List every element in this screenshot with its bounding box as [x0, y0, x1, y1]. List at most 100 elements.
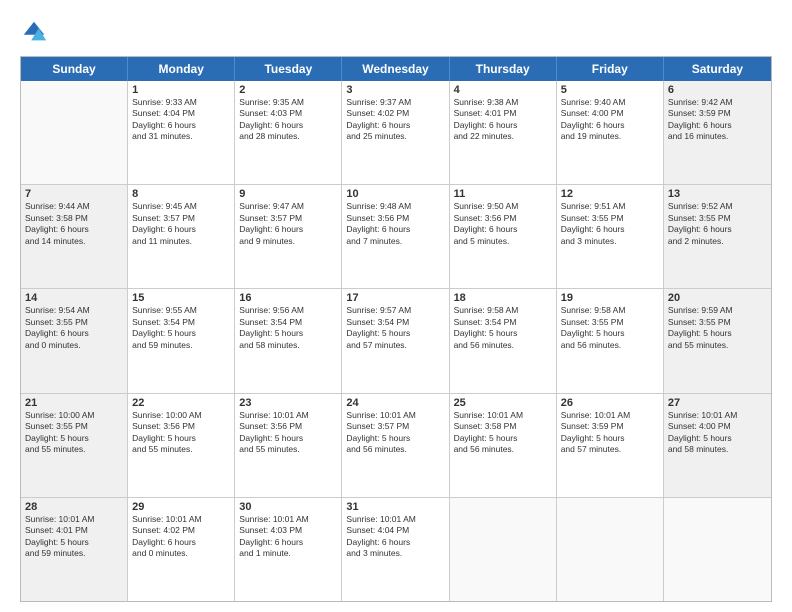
cal-cell: 4Sunrise: 9:38 AM Sunset: 4:01 PM Daylig…	[450, 81, 557, 184]
day-number: 16	[239, 292, 337, 304]
week-row-5: 28Sunrise: 10:01 AM Sunset: 4:01 PM Dayl…	[21, 498, 771, 601]
cell-info: Sunrise: 9:59 AM Sunset: 3:55 PM Dayligh…	[668, 305, 767, 351]
day-number: 2	[239, 84, 337, 96]
cell-info: Sunrise: 9:50 AM Sunset: 3:56 PM Dayligh…	[454, 201, 552, 247]
cell-info: Sunrise: 10:01 AM Sunset: 4:04 PM Daylig…	[346, 514, 444, 560]
cal-cell: 7Sunrise: 9:44 AM Sunset: 3:58 PM Daylig…	[21, 185, 128, 288]
day-number: 14	[25, 292, 123, 304]
day-number: 12	[561, 188, 659, 200]
cal-cell: 2Sunrise: 9:35 AM Sunset: 4:03 PM Daylig…	[235, 81, 342, 184]
day-of-week-saturday: Saturday	[664, 57, 771, 81]
day-number: 4	[454, 84, 552, 96]
day-of-week-tuesday: Tuesday	[235, 57, 342, 81]
header	[20, 18, 772, 46]
cal-cell: 19Sunrise: 9:58 AM Sunset: 3:55 PM Dayli…	[557, 289, 664, 392]
cal-cell: 14Sunrise: 9:54 AM Sunset: 3:55 PM Dayli…	[21, 289, 128, 392]
day-number: 29	[132, 501, 230, 513]
day-number: 8	[132, 188, 230, 200]
day-number: 9	[239, 188, 337, 200]
calendar-header: SundayMondayTuesdayWednesdayThursdayFrid…	[21, 57, 771, 81]
day-number: 11	[454, 188, 552, 200]
cal-cell: 11Sunrise: 9:50 AM Sunset: 3:56 PM Dayli…	[450, 185, 557, 288]
logo	[20, 18, 52, 46]
calendar: SundayMondayTuesdayWednesdayThursdayFrid…	[20, 56, 772, 602]
cell-info: Sunrise: 9:45 AM Sunset: 3:57 PM Dayligh…	[132, 201, 230, 247]
day-number: 19	[561, 292, 659, 304]
cell-info: Sunrise: 10:00 AM Sunset: 3:55 PM Daylig…	[25, 410, 123, 456]
cell-info: Sunrise: 9:54 AM Sunset: 3:55 PM Dayligh…	[25, 305, 123, 351]
cell-info: Sunrise: 9:37 AM Sunset: 4:02 PM Dayligh…	[346, 97, 444, 143]
cell-info: Sunrise: 9:38 AM Sunset: 4:01 PM Dayligh…	[454, 97, 552, 143]
cal-cell	[557, 498, 664, 601]
page: SundayMondayTuesdayWednesdayThursdayFrid…	[0, 0, 792, 612]
week-row-4: 21Sunrise: 10:00 AM Sunset: 3:55 PM Dayl…	[21, 394, 771, 498]
cell-info: Sunrise: 9:51 AM Sunset: 3:55 PM Dayligh…	[561, 201, 659, 247]
cal-cell: 12Sunrise: 9:51 AM Sunset: 3:55 PM Dayli…	[557, 185, 664, 288]
cal-cell: 3Sunrise: 9:37 AM Sunset: 4:02 PM Daylig…	[342, 81, 449, 184]
cal-cell: 18Sunrise: 9:58 AM Sunset: 3:54 PM Dayli…	[450, 289, 557, 392]
day-of-week-wednesday: Wednesday	[342, 57, 449, 81]
logo-icon	[20, 18, 48, 46]
cal-cell: 31Sunrise: 10:01 AM Sunset: 4:04 PM Dayl…	[342, 498, 449, 601]
cell-info: Sunrise: 10:01 AM Sunset: 3:56 PM Daylig…	[239, 410, 337, 456]
calendar-border: SundayMondayTuesdayWednesdayThursdayFrid…	[20, 56, 772, 602]
week-row-2: 7Sunrise: 9:44 AM Sunset: 3:58 PM Daylig…	[21, 185, 771, 289]
cell-info: Sunrise: 9:35 AM Sunset: 4:03 PM Dayligh…	[239, 97, 337, 143]
cell-info: Sunrise: 9:58 AM Sunset: 3:55 PM Dayligh…	[561, 305, 659, 351]
cell-info: Sunrise: 10:01 AM Sunset: 4:03 PM Daylig…	[239, 514, 337, 560]
cell-info: Sunrise: 9:48 AM Sunset: 3:56 PM Dayligh…	[346, 201, 444, 247]
cal-cell: 5Sunrise: 9:40 AM Sunset: 4:00 PM Daylig…	[557, 81, 664, 184]
cell-info: Sunrise: 10:01 AM Sunset: 3:59 PM Daylig…	[561, 410, 659, 456]
day-number: 13	[668, 188, 767, 200]
cal-cell: 10Sunrise: 9:48 AM Sunset: 3:56 PM Dayli…	[342, 185, 449, 288]
day-number: 25	[454, 397, 552, 409]
cell-info: Sunrise: 9:40 AM Sunset: 4:00 PM Dayligh…	[561, 97, 659, 143]
cell-info: Sunrise: 9:44 AM Sunset: 3:58 PM Dayligh…	[25, 201, 123, 247]
cal-cell: 21Sunrise: 10:00 AM Sunset: 3:55 PM Dayl…	[21, 394, 128, 497]
cell-info: Sunrise: 9:58 AM Sunset: 3:54 PM Dayligh…	[454, 305, 552, 351]
day-number: 6	[668, 84, 767, 96]
week-row-1: 1Sunrise: 9:33 AM Sunset: 4:04 PM Daylig…	[21, 81, 771, 185]
cal-cell: 25Sunrise: 10:01 AM Sunset: 3:58 PM Dayl…	[450, 394, 557, 497]
day-number: 23	[239, 397, 337, 409]
cal-cell: 16Sunrise: 9:56 AM Sunset: 3:54 PM Dayli…	[235, 289, 342, 392]
cell-info: Sunrise: 9:55 AM Sunset: 3:54 PM Dayligh…	[132, 305, 230, 351]
week-row-3: 14Sunrise: 9:54 AM Sunset: 3:55 PM Dayli…	[21, 289, 771, 393]
day-of-week-thursday: Thursday	[450, 57, 557, 81]
calendar-body: 1Sunrise: 9:33 AM Sunset: 4:04 PM Daylig…	[21, 81, 771, 601]
day-number: 31	[346, 501, 444, 513]
cal-cell: 27Sunrise: 10:01 AM Sunset: 4:00 PM Dayl…	[664, 394, 771, 497]
cal-cell: 30Sunrise: 10:01 AM Sunset: 4:03 PM Dayl…	[235, 498, 342, 601]
cal-cell: 13Sunrise: 9:52 AM Sunset: 3:55 PM Dayli…	[664, 185, 771, 288]
day-number: 7	[25, 188, 123, 200]
cell-info: Sunrise: 10:01 AM Sunset: 3:57 PM Daylig…	[346, 410, 444, 456]
cal-cell: 8Sunrise: 9:45 AM Sunset: 3:57 PM Daylig…	[128, 185, 235, 288]
cell-info: Sunrise: 10:00 AM Sunset: 3:56 PM Daylig…	[132, 410, 230, 456]
day-number: 15	[132, 292, 230, 304]
cal-cell: 28Sunrise: 10:01 AM Sunset: 4:01 PM Dayl…	[21, 498, 128, 601]
cal-cell: 17Sunrise: 9:57 AM Sunset: 3:54 PM Dayli…	[342, 289, 449, 392]
day-number: 24	[346, 397, 444, 409]
day-number: 5	[561, 84, 659, 96]
day-number: 26	[561, 397, 659, 409]
cal-cell	[21, 81, 128, 184]
cell-info: Sunrise: 10:01 AM Sunset: 4:01 PM Daylig…	[25, 514, 123, 560]
cal-cell	[450, 498, 557, 601]
day-number: 10	[346, 188, 444, 200]
day-number: 27	[668, 397, 767, 409]
cal-cell: 1Sunrise: 9:33 AM Sunset: 4:04 PM Daylig…	[128, 81, 235, 184]
cell-info: Sunrise: 10:01 AM Sunset: 3:58 PM Daylig…	[454, 410, 552, 456]
day-number: 28	[25, 501, 123, 513]
day-of-week-friday: Friday	[557, 57, 664, 81]
cal-cell: 29Sunrise: 10:01 AM Sunset: 4:02 PM Dayl…	[128, 498, 235, 601]
cal-cell: 26Sunrise: 10:01 AM Sunset: 3:59 PM Dayl…	[557, 394, 664, 497]
cal-cell: 22Sunrise: 10:00 AM Sunset: 3:56 PM Dayl…	[128, 394, 235, 497]
cal-cell: 24Sunrise: 10:01 AM Sunset: 3:57 PM Dayl…	[342, 394, 449, 497]
cell-info: Sunrise: 9:56 AM Sunset: 3:54 PM Dayligh…	[239, 305, 337, 351]
day-of-week-monday: Monday	[128, 57, 235, 81]
day-number: 17	[346, 292, 444, 304]
cell-info: Sunrise: 10:01 AM Sunset: 4:02 PM Daylig…	[132, 514, 230, 560]
cal-cell: 15Sunrise: 9:55 AM Sunset: 3:54 PM Dayli…	[128, 289, 235, 392]
cell-info: Sunrise: 9:42 AM Sunset: 3:59 PM Dayligh…	[668, 97, 767, 143]
cell-info: Sunrise: 10:01 AM Sunset: 4:00 PM Daylig…	[668, 410, 767, 456]
